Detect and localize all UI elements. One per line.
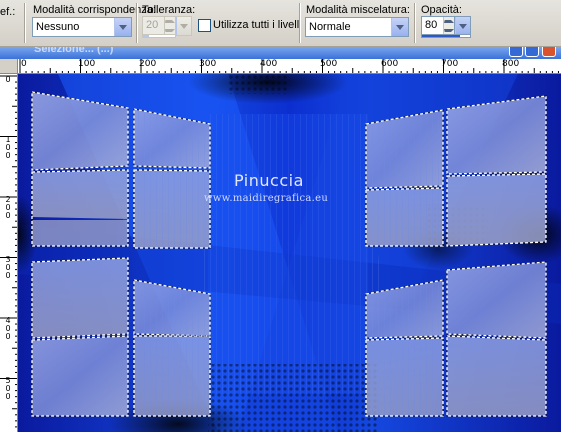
- ruler-label: 300: [199, 59, 217, 69]
- tolerance-slider[interactable]: [142, 34, 176, 38]
- horizontal-ruler: 0 100 200 300 400 500 600 700 800: [18, 59, 561, 74]
- opacity-input[interactable]: 80: [421, 16, 455, 36]
- use-all-layers-checkbox[interactable]: [198, 19, 211, 32]
- canvas-artwork: [18, 74, 561, 432]
- ruler-label: 600: [381, 59, 399, 69]
- ruler-label: 700: [441, 59, 459, 69]
- tool-options-bar: ef.: Modalità corrispondenza: Nessuno To…: [0, 0, 561, 47]
- chevron-down-icon[interactable]: [455, 17, 470, 35]
- selection-panels-right-top: [365, 95, 547, 247]
- minimize-button[interactable]: [509, 47, 523, 57]
- truncated-label: ef.:: [0, 6, 16, 18]
- tolerance-spinner[interactable]: [164, 17, 175, 35]
- ruler-corner: [0, 59, 18, 74]
- blend-mode-value: Normale: [309, 21, 351, 33]
- tolerance-dropdown[interactable]: [176, 16, 192, 36]
- toolbar-separator: [136, 3, 138, 43]
- opacity-label: Opacità:: [421, 4, 462, 16]
- match-mode-select[interactable]: Nessuno: [32, 17, 132, 37]
- vertical-ruler: 0 1 0 0 2 0 0 3 0 0 4 0 0 5 0 0: [0, 74, 18, 432]
- ruler-label: 500: [320, 59, 338, 69]
- opacity-dropdown[interactable]: [455, 16, 471, 36]
- toolbar-separator: [299, 3, 301, 43]
- blend-mode-label: Modalità miscelatura:: [306, 4, 410, 16]
- maximize-button[interactable]: [525, 47, 539, 57]
- ruler-label: 5 0 0: [5, 376, 11, 401]
- chevron-down-icon[interactable]: [114, 18, 131, 36]
- ruler-label: 200: [139, 59, 157, 69]
- tolerance-value: 20: [146, 19, 159, 31]
- ruler-ticks: [19, 59, 559, 73]
- chevron-down-icon[interactable]: [391, 18, 408, 36]
- ruler-label: 3 0 0: [5, 255, 11, 280]
- toolbar-separator: [24, 3, 26, 43]
- ruler-label: 400: [260, 59, 278, 69]
- blend-mode-select[interactable]: Normale: [305, 17, 409, 37]
- ruler-label: 4 0 0: [5, 316, 11, 341]
- close-button[interactable]: [542, 47, 556, 57]
- ruler-label: 0: [21, 59, 27, 69]
- document-title: Selezione... (...): [34, 47, 114, 55]
- document-titlebar[interactable]: Selezione... (...): [0, 47, 561, 59]
- opacity-slider[interactable]: [421, 34, 471, 38]
- watermark-url: www.maidiregrafica.eu: [204, 193, 329, 204]
- toolbar-separator: [414, 3, 416, 43]
- ruler-label: 800: [502, 59, 520, 69]
- opacity-value: 80: [425, 19, 438, 31]
- match-mode-value: Nessuno: [36, 21, 80, 33]
- ruler-label: 2 0 0: [5, 195, 11, 220]
- ruler-label: 100: [78, 59, 96, 69]
- watermark-name: Pinuccia: [234, 171, 304, 190]
- image-canvas[interactable]: Pinuccia www.maidiregrafica.eu: [18, 74, 561, 432]
- opacity-slider-fill: [422, 35, 461, 37]
- opacity-spinner[interactable]: [443, 17, 454, 35]
- spin-up-icon[interactable]: [443, 17, 454, 26]
- spin-up-icon[interactable]: [164, 17, 175, 26]
- tolerance-input[interactable]: 20: [142, 16, 176, 36]
- use-all-layers-label: Utilizza tutti i livelli: [213, 19, 302, 31]
- ruler-label: 0: [5, 75, 11, 84]
- chevron-down-icon[interactable]: [176, 17, 191, 35]
- tolerance-label: Tolleranza:: [142, 4, 196, 16]
- ruler-label: 1 0 0: [5, 135, 11, 160]
